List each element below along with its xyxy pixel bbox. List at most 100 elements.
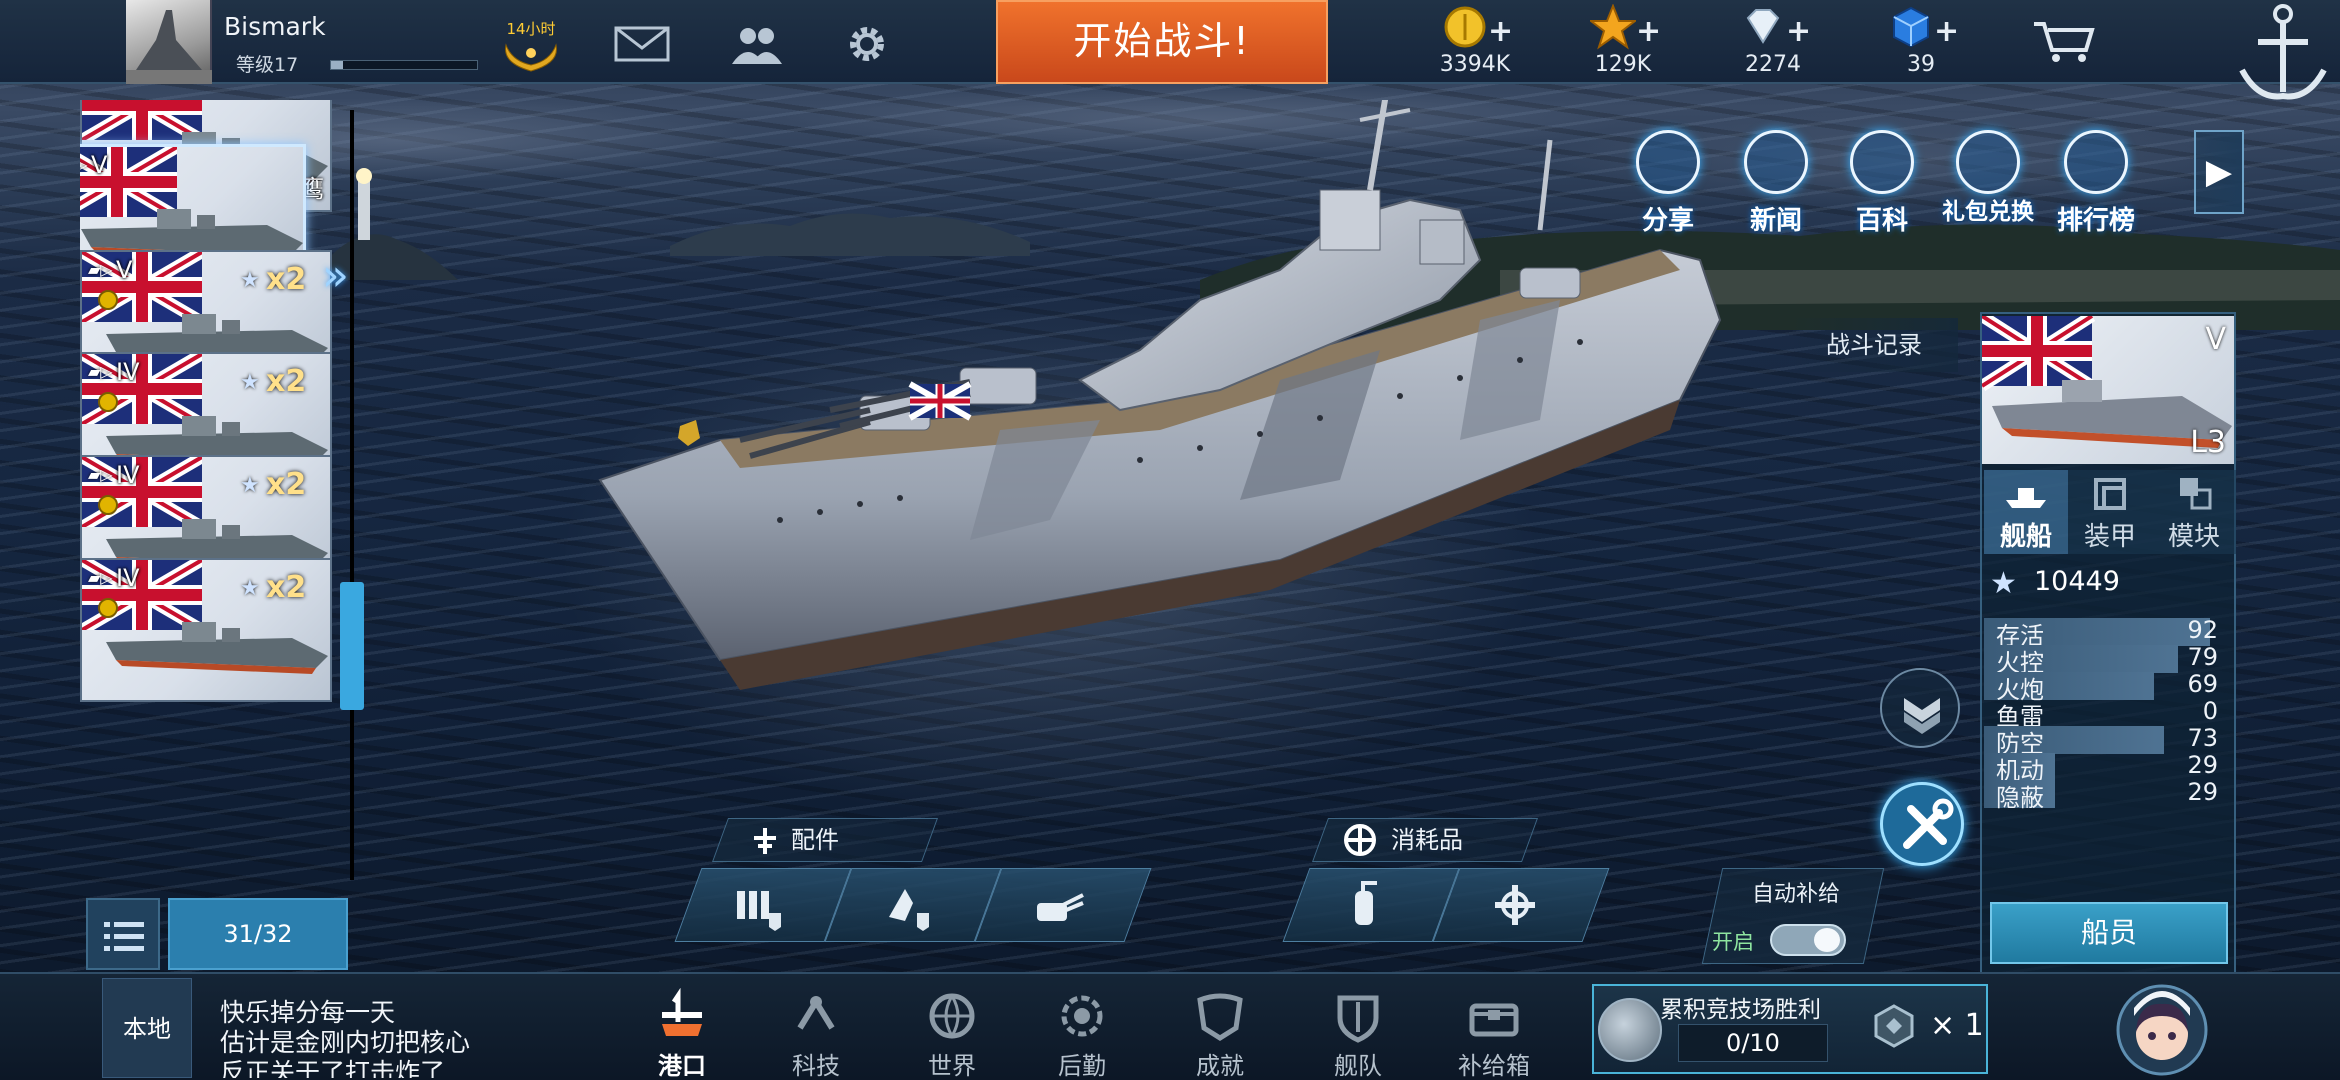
auto-supply-state: 开启 [1712, 930, 1754, 954]
chat-channel-tab[interactable]: 本地 [102, 978, 192, 1078]
anchor-icon[interactable] [2228, 0, 2338, 110]
auto-supply-title: 自动补给 [1752, 882, 1841, 907]
bonus-star-icon: ★ [240, 370, 260, 395]
nav-tech[interactable]: 科技 [768, 980, 864, 1080]
chat-line: 快乐掉分每一天 [220, 998, 396, 1027]
cube-value: 39 [1907, 52, 1935, 77]
ship-tier: IV [116, 564, 140, 592]
expand-menu-button[interactable]: ▶ [2194, 130, 2244, 214]
nav-logistics[interactable]: 后勤 [1034, 980, 1130, 1080]
share-button[interactable]: 分享 [1622, 130, 1714, 236]
mail-icon[interactable] [614, 24, 670, 64]
ship-portrait: V L3 [1982, 316, 2234, 464]
bonus-timer-label: 14小时 [506, 20, 556, 38]
selected-chevron-icon: » [322, 250, 349, 301]
nav-fleet[interactable]: 舰队 [1310, 980, 1406, 1080]
adjutant-avatar[interactable] [2112, 972, 2212, 1080]
parts-slot-ammo[interactable] [674, 868, 852, 942]
player-level: 等级17 [236, 54, 299, 76]
ranking-button[interactable]: 排行榜 [2050, 130, 2142, 236]
xp-bar [330, 60, 478, 70]
power-star-icon: ★ [1990, 566, 2017, 601]
chat-line: 反正关于了打击炸了 [220, 1058, 446, 1078]
consumable-slot-extinguisher[interactable] [1282, 868, 1460, 942]
start-battle-button[interactable]: 开始战斗! [996, 0, 1328, 84]
stat-value: 69 [2187, 670, 2218, 698]
crew-button[interactable]: 船员 [1990, 902, 2228, 964]
repair-button[interactable] [1880, 782, 1964, 866]
medal-icon [98, 392, 118, 412]
help-icon [1850, 130, 1914, 194]
medal-icon [98, 290, 118, 310]
parts-slot-tech[interactable] [824, 868, 1002, 942]
share-icon [1636, 130, 1700, 194]
resource-cube[interactable]: + 39 [1866, 0, 1976, 84]
ship-list-scroll-thumb[interactable] [340, 582, 364, 710]
resource-diamond[interactable]: + 2274 [1718, 0, 1828, 84]
ship-list-scrollbar[interactable] [350, 110, 354, 880]
gold-value: 3394K [1439, 52, 1511, 77]
stat-value: 79 [2187, 643, 2218, 671]
arena-task-title: 累积竞技场胜利 [1660, 997, 1821, 1023]
game-screen: Bismark 等级17 14小时 开始战斗! + 3394K + 129K +… [0, 0, 2340, 1080]
ship-class-icon: ▰▷ [88, 260, 113, 279]
parts-header: 配件 [711, 818, 939, 862]
gear-icon[interactable] [843, 20, 891, 68]
bonus-badge[interactable]: 14小时 [498, 18, 564, 78]
list-view-button[interactable] [86, 898, 160, 970]
news-button[interactable]: 新闻 [1730, 130, 1822, 236]
star-icon [1590, 4, 1636, 50]
arena-reward-count: × 1 [1930, 1008, 1984, 1043]
star-value: 129K [1594, 52, 1652, 77]
shop-cart-icon[interactable] [2032, 18, 2096, 66]
parts-label: 配件 [791, 826, 839, 854]
module-tab-icon [2180, 478, 2212, 510]
ship-tier: IV [116, 461, 140, 489]
nav-achievement-label: 成就 [1196, 1052, 1244, 1080]
rank-chevron-icon [1904, 698, 1940, 734]
nav-supply-box[interactable]: 补给箱 [1446, 980, 1542, 1080]
friends-icon[interactable] [728, 24, 784, 64]
ship-card[interactable]: ▰▷ IV ★ x2 [80, 558, 332, 702]
medal-icon [98, 495, 118, 515]
fire-extinguisher-icon [1355, 881, 1377, 925]
chat-line: 估计是金刚内切把核心 [220, 1028, 471, 1057]
wiki-button[interactable]: 百科 [1836, 130, 1928, 236]
stat-value: 0 [2202, 697, 2218, 725]
detail-ship-class: L3 [2190, 425, 2226, 460]
tab-ship[interactable]: 舰船 [1984, 470, 2068, 554]
ship-thumbnail [106, 622, 328, 674]
ammo-icon [737, 891, 781, 931]
nav-world[interactable]: 世界 [904, 980, 1000, 1080]
xp-bar-fill [331, 61, 343, 69]
stat-label: 隐蔽 [1996, 784, 2044, 812]
tab-armor[interactable]: 装甲 [2068, 470, 2152, 554]
ship-list[interactable]: 鹰▰▷VL3▰▷V★x2狮▰▷IV★x2英王乔治五世▰▷IV★x2胡德▰▷IV★… [80, 100, 350, 880]
armor-tab-icon [2094, 478, 2126, 510]
toggle-knob [1814, 928, 1840, 952]
auto-supply-toggle[interactable] [1770, 924, 1846, 956]
gift-code-label: 礼包兑换 [1942, 199, 2034, 225]
ranking-label: 排行榜 [2056, 206, 2135, 236]
ship-class-icon: ▰▷ [88, 568, 113, 587]
nav-world-label: 世界 [928, 1052, 976, 1080]
player-avatar[interactable] [126, 0, 212, 84]
gold-coin-icon [1444, 6, 1486, 48]
parts-slot-gun[interactable] [974, 868, 1152, 942]
tech-tree-icon [797, 996, 835, 1030]
chat-messages[interactable]: 快乐掉分每一天 估计是金刚内切把核心 反正关于了打击炸了 [220, 998, 510, 1078]
news-label: 新闻 [1749, 206, 1802, 236]
nav-achievement[interactable]: 成就 [1172, 980, 1268, 1080]
tab-module[interactable]: 模块 [2152, 470, 2236, 554]
gift-code-button[interactable]: 礼包兑换 [1942, 130, 2034, 230]
add-gold-icon: + [1488, 14, 1514, 49]
resource-gold[interactable]: + 3394K [1420, 0, 1530, 84]
chevron-right-icon: ▶ [2205, 152, 2233, 192]
ship-count[interactable]: 31/32 [168, 898, 348, 970]
port-icon [662, 988, 702, 1036]
battle-record-button[interactable]: 战斗记录 [1790, 318, 1958, 372]
consumable-slot-repair[interactable] [1432, 868, 1610, 942]
resource-star[interactable]: + 129K [1568, 0, 1678, 84]
medal-button[interactable] [1880, 668, 1960, 748]
nav-port[interactable]: 港口 [634, 980, 730, 1080]
